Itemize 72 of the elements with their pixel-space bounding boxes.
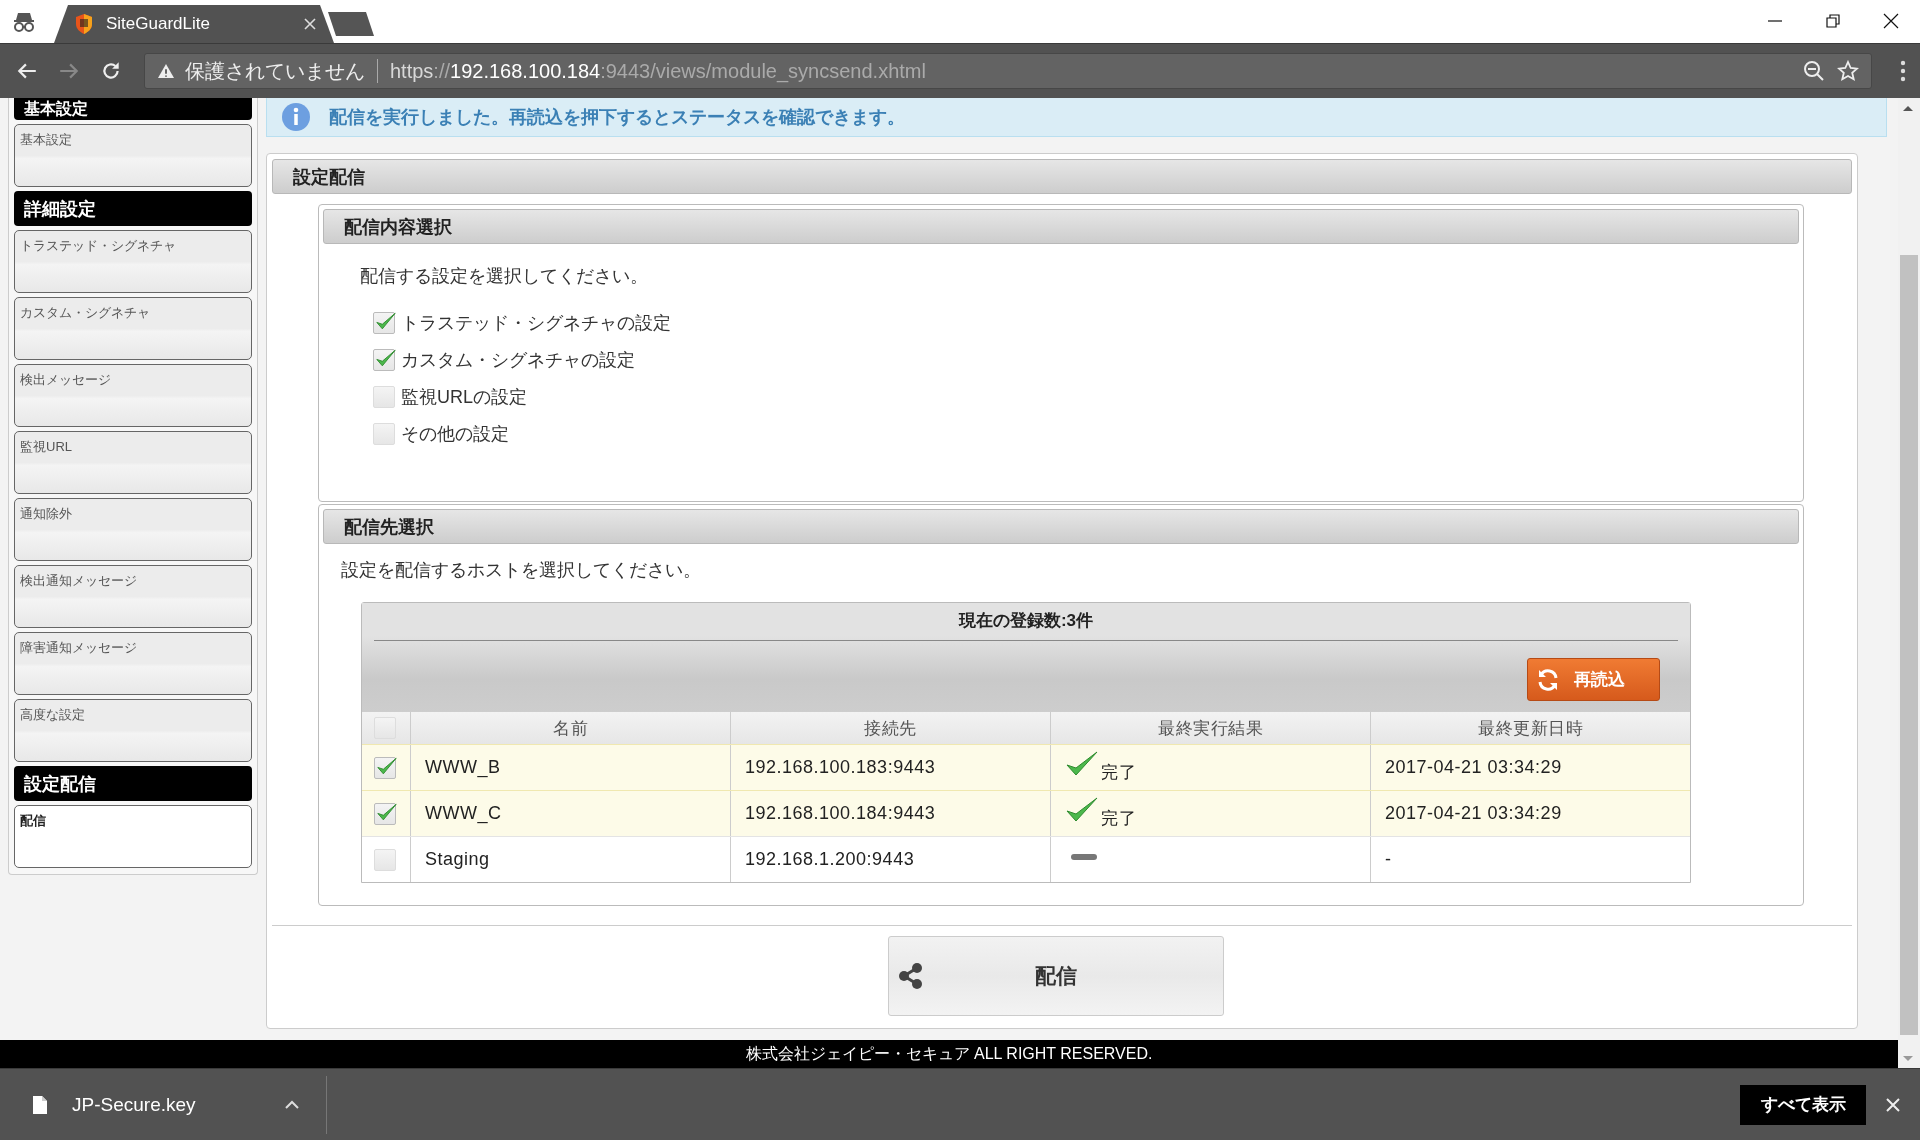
url-text: https://192.168.100.184:9443/views/module_syncsend.xhtml	[390, 59, 926, 83]
info-icon	[281, 102, 311, 132]
table-cell: WWW_B	[425, 757, 501, 778]
download-file-name[interactable]: JP-Secure.key	[72, 1093, 284, 1116]
sidebar-item[interactable]: 高度な設定	[14, 699, 252, 762]
instruction-text: 配信する設定を選択してください。	[360, 265, 649, 288]
checkbox[interactable]	[373, 423, 395, 445]
table-cell: 2017-04-21 03:34:29	[1385, 803, 1562, 824]
menu-icon[interactable]	[1900, 60, 1906, 82]
sidebar-item[interactable]: トラステッド・シグネチャ	[14, 230, 252, 293]
copyright-text: 株式会社ジェイピー・セキュア ALL RIGHT RESERVED.	[745, 1043, 1153, 1064]
shield-favicon-icon	[76, 14, 92, 34]
option-label: カスタム・シグネチャの設定	[401, 349, 635, 372]
option-label: 監視URLの設定	[401, 386, 527, 409]
reload-icon[interactable]	[100, 60, 122, 82]
checkmark-icon	[1065, 795, 1099, 824]
sidebar-heading: 基本設定	[14, 98, 252, 120]
warning-icon	[157, 63, 175, 79]
status-label: 完了	[1101, 762, 1136, 784]
sidebar-item[interactable]: 通知除外	[14, 498, 252, 561]
sidebar-heading: 設定配信	[14, 766, 252, 801]
sidebar-item[interactable]: 障害通知メッセージ	[14, 632, 252, 695]
table-cell: -	[1385, 849, 1392, 870]
table-row[interactable]: Staging 192.168.1.200:9443 -	[362, 836, 1690, 882]
sidebar-item[interactable]: 検出通知メッセージ	[14, 565, 252, 628]
refresh-icon	[1536, 667, 1560, 692]
checkbox[interactable]	[374, 848, 396, 871]
caret-up-icon[interactable]	[284, 1099, 300, 1110]
star-icon[interactable]	[1837, 60, 1859, 82]
table-cell: WWW_C	[425, 803, 502, 824]
address-bar[interactable]: 保護されていません https://192.168.100.184:9443/views/module_syncsend.xhtml	[144, 53, 1872, 89]
sidebar-heading: 詳細設定	[14, 191, 252, 226]
info-message: 配信を実行しました。再読込を押下するとステータスを確認できます。	[329, 106, 905, 129]
send-button[interactable]: 配信	[888, 936, 1224, 1016]
close-icon[interactable]	[304, 18, 316, 30]
scrollbar[interactable]	[1898, 98, 1920, 1068]
show-all-button[interactable]: すべて表示	[1740, 1084, 1866, 1125]
browser-tab[interactable]: SiteGuardLite	[54, 5, 334, 43]
share-icon	[897, 962, 925, 990]
file-icon	[32, 1094, 48, 1115]
status-label: 完了	[1101, 808, 1136, 830]
checkmark-icon	[1065, 749, 1099, 778]
table-caption: 現在の登録数:3件	[957, 610, 1095, 632]
table-cell: 192.168.100.184:9443	[745, 803, 936, 824]
option-label: トラステッド・シグネチャの設定	[401, 312, 671, 335]
checkbox[interactable]	[373, 349, 395, 371]
sidebar-item[interactable]: 検出メッセージ	[14, 364, 252, 427]
checkbox[interactable]	[373, 386, 395, 408]
panel-title: 設定配信	[272, 159, 1852, 194]
new-tab-button[interactable]	[326, 11, 376, 37]
dash-icon	[1071, 853, 1097, 860]
table-cell: 192.168.1.200:9443	[745, 849, 915, 870]
section-title: 配信先選択	[323, 509, 1799, 544]
table-cell: 2017-04-21 03:34:29	[1385, 757, 1562, 778]
security-label: 保護されていません	[185, 58, 365, 84]
sidebar-item[interactable]: 配信	[14, 805, 252, 868]
zoom-out-icon[interactable]	[1803, 60, 1825, 82]
section-title: 配信内容選択	[323, 209, 1799, 244]
sidebar-item[interactable]: 基本設定	[14, 124, 252, 187]
table-row[interactable]: WWW_C 192.168.100.184:9443 完了 2017-04-21 03:34:29	[362, 790, 1690, 836]
tab-title: SiteGuardLite	[106, 14, 211, 34]
instruction-text: 設定を配信するホストを選択してください。	[341, 559, 702, 582]
checkbox[interactable]	[373, 312, 395, 334]
sidebar-item[interactable]: カスタム・シグネチャ	[14, 297, 252, 360]
option-label: その他の設定	[401, 423, 509, 446]
table-cell: Staging	[425, 849, 490, 870]
checkbox[interactable]	[374, 802, 396, 825]
sidebar-item[interactable]: 監視URL	[14, 431, 252, 494]
checkbox[interactable]	[374, 756, 396, 779]
table-cell: 192.168.100.183:9443	[745, 757, 936, 778]
close-icon[interactable]	[1886, 1097, 1900, 1112]
table-row[interactable]: WWW_B 192.168.100.183:9443 完了 2017-04-21 03:34:29	[362, 744, 1690, 790]
